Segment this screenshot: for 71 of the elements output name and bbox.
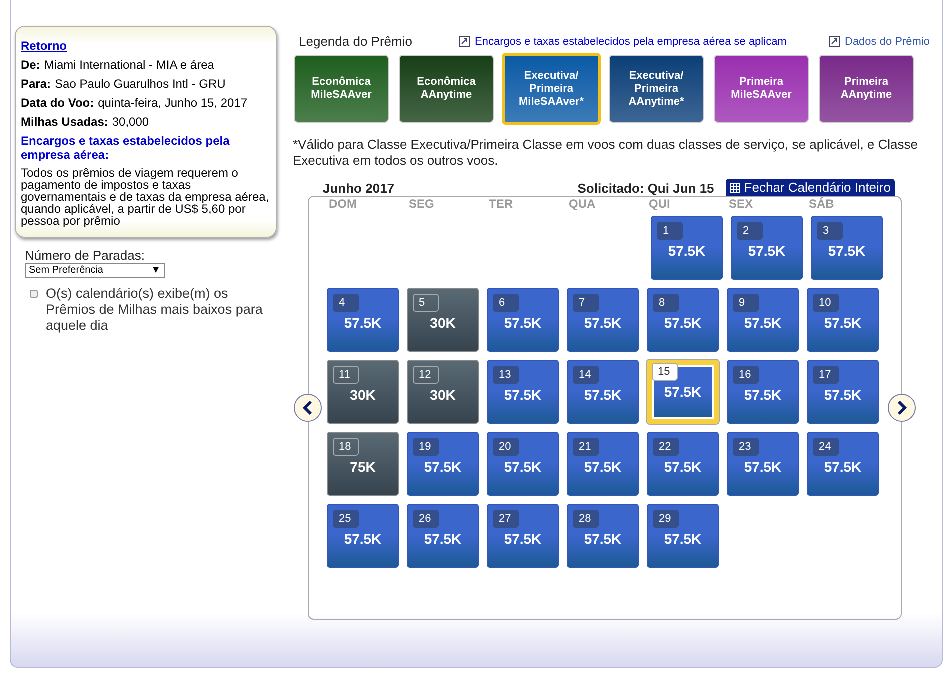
field-value: Sao Paulo Guarulhos Intl - GRU: [55, 77, 226, 91]
weekday-label: SEX: [728, 197, 754, 211]
day-cell[interactable]: 17 57.5K: [807, 360, 879, 424]
award-data-link[interactable]: Dados do Prêmio: [829, 36, 930, 48]
day-cell[interactable]: 10 57.5K: [807, 288, 879, 352]
day-cell[interactable]: 29 57.5K: [647, 504, 719, 568]
weekday-label: QUA: [568, 197, 597, 211]
weekday-label: QUI: [648, 197, 672, 211]
day-cell[interactable]: 26 57.5K: [407, 504, 479, 568]
month-title: Junho 2017: [323, 181, 396, 196]
weekday-label: DOM: [328, 197, 358, 211]
day-cell[interactable]: 2 57.5K: [731, 216, 803, 280]
day-cell[interactable]: 28 57.5K: [567, 504, 639, 568]
day-cell[interactable]: 14 57.5K: [567, 360, 639, 424]
note-text: *Válido para Classe Executiva/Primeira Classe em voos com duas classes de serviço, se aplicável, e Classe Executiva em todos os outros voos.: [293, 137, 919, 169]
day-cell[interactable]: 9 57.5K: [727, 288, 799, 352]
next-button[interactable]: [888, 394, 916, 422]
field-label: Milhas Usadas:: [21, 115, 108, 129]
day-cell[interactable]: 22 57.5K: [647, 432, 719, 496]
day-cell[interactable]: 23 57.5K: [727, 432, 799, 496]
close-calendar-button[interactable]: Fechar Calendário Inteiro: [726, 179, 895, 196]
day-cell[interactable]: 25 57.5K: [327, 504, 399, 568]
award-button[interactable]: Primeira AAnytime: [819, 55, 914, 123]
day-cell[interactable]: 13 57.5K: [487, 360, 559, 424]
award-button[interactable]: Primeira MileSAAver: [714, 55, 809, 123]
day-cell[interactable]: 4 57.5K: [327, 288, 399, 352]
requested-date: Solicitado: Qui Jun 15: [578, 181, 714, 196]
checkbox-label: O(s) calendário(s) exibe(m) os Prêmios de Milhas mais baixos para aquele dia: [46, 286, 264, 334]
checkbox[interactable]: [30, 290, 38, 298]
field-label: De:: [21, 58, 40, 72]
day-cell[interactable]: 12 30K: [407, 360, 479, 424]
chevron-right-icon: [896, 401, 908, 415]
day-cell[interactable]: 18 75K: [327, 432, 399, 496]
grid-icon: [730, 182, 740, 192]
weekday-label: SEG: [408, 197, 436, 211]
fees-title: Encargos e taxas estabelecidos pela empresa aérea:: [21, 134, 231, 162]
external-link-icon: [829, 36, 840, 47]
day-cell[interactable]: 21 57.5K: [567, 432, 639, 496]
chevron-left-icon: [302, 401, 314, 415]
day-cell[interactable]: 7 57.5K: [567, 288, 639, 352]
day-cell[interactable]: 5 30K: [407, 288, 479, 352]
day-cell[interactable]: 19 57.5K: [407, 432, 479, 496]
legend-title: Legenda do Prêmio: [299, 34, 414, 49]
day-cell[interactable]: 24 57.5K: [807, 432, 879, 496]
back-link[interactable]: Retorno: [21, 39, 67, 53]
award-button[interactable]: Executiva/ Primeira AAnytime*: [609, 55, 704, 123]
field-value: 30,000: [112, 115, 150, 129]
day-cell[interactable]: 20 57.5K: [487, 432, 559, 496]
day-cell[interactable]: 16 57.5K: [727, 360, 799, 424]
day-cell[interactable]: 15 57.5K: [647, 360, 719, 424]
day-cell[interactable]: 8 57.5K: [647, 288, 719, 352]
stops-label: Número de Paradas:: [25, 248, 146, 263]
day-cell[interactable]: 1 57.5K: [651, 216, 723, 280]
stops-select[interactable]: Sem Preferência ▼: [25, 263, 165, 278]
award-button[interactable]: Econômica MileSAAver: [294, 55, 389, 123]
weekday-label: TER: [488, 197, 514, 211]
day-cell[interactable]: 6 57.5K: [487, 288, 559, 352]
field-value: quinta-feira, Junho 15, 2017: [98, 96, 248, 110]
fees-link[interactable]: Encargos e taxas estabelecidos pela empresa aérea se aplicam: [459, 36, 787, 48]
fees-text: Todos os prêmios de viagem requerem o pagamento de impostos e taxas governamentais e de taxas da empresa aérea, quando aplicável, a partir de US$ 5,60 por pessoa por prêmio: [21, 167, 270, 227]
field-value: Miami International - MIA e área: [44, 58, 214, 72]
field-label: Data do Voo:: [21, 96, 94, 110]
weekday-label: SÁB: [808, 197, 836, 211]
award-button[interactable]: Econômica AAnytime: [399, 55, 494, 123]
day-cell[interactable]: 11 30K: [327, 360, 399, 424]
previous-button[interactable]: [294, 394, 322, 422]
day-cell[interactable]: 3 57.5K: [811, 216, 883, 280]
field-label: Para:: [21, 77, 52, 91]
award-button[interactable]: Executiva/ Primeira MileSAAver*: [502, 53, 601, 125]
external-link-icon: [459, 36, 470, 47]
day-cell[interactable]: 27 57.5K: [487, 504, 559, 568]
